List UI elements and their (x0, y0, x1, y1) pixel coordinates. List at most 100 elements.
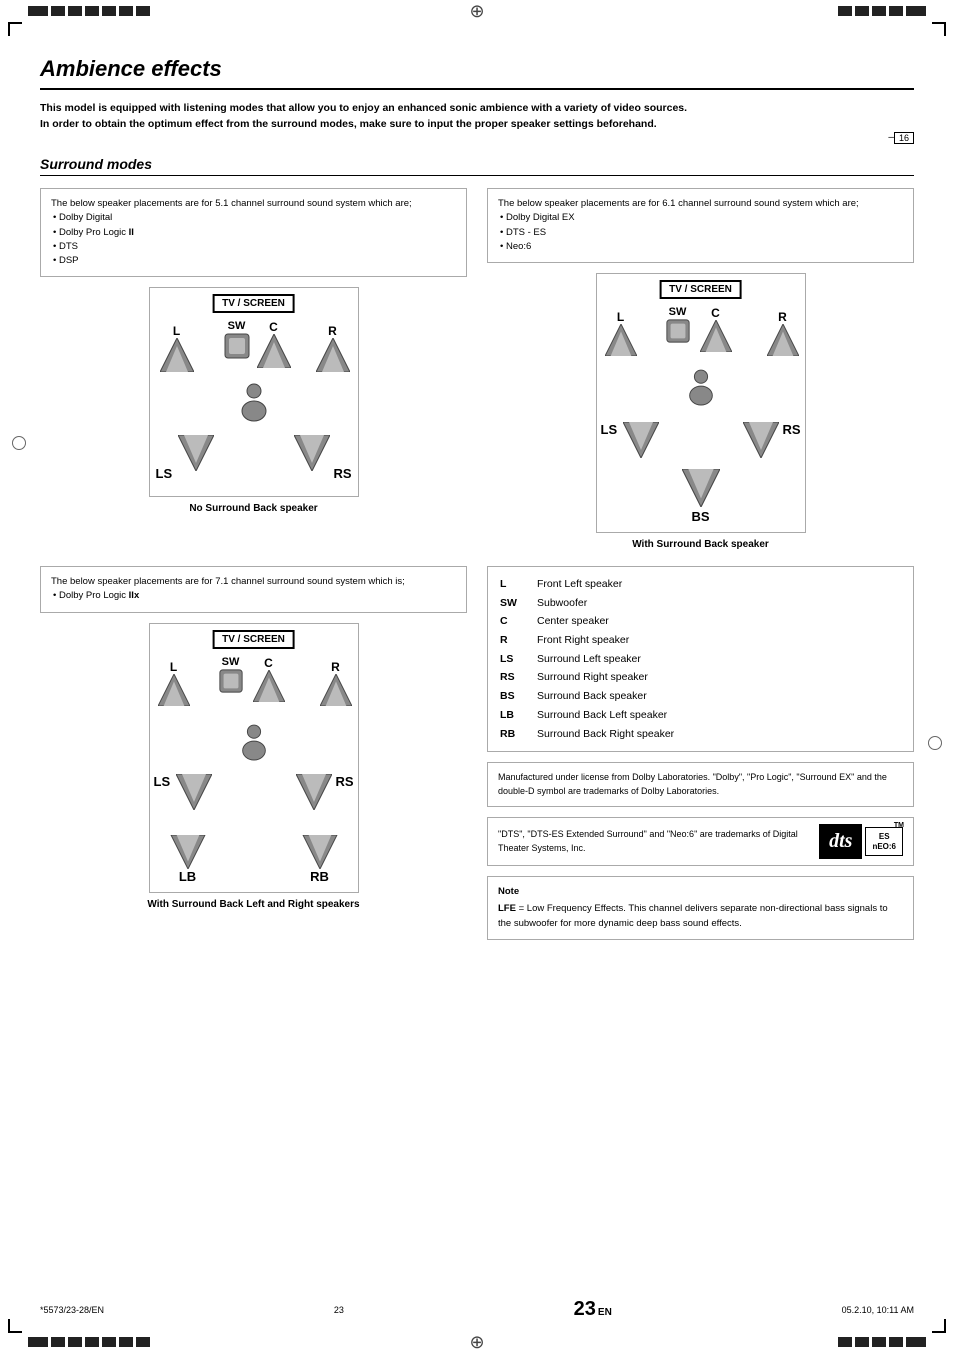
info-box-6-1: The below speaker placements are for 6.1… (487, 188, 914, 263)
dts-es-logo: TM ES nEO:6 (865, 827, 903, 856)
dts-logo: dts (819, 824, 862, 859)
label-LS-2: LS (601, 422, 618, 437)
legend-key-SW: SW (500, 596, 525, 611)
legend-key-LS: LS (500, 652, 525, 667)
legend-key-R: R (500, 633, 525, 648)
legend-row-LS: LS Surround Left speaker (500, 650, 901, 669)
speaker-C-2: C (700, 306, 732, 352)
speaker-LS-3 (176, 774, 212, 813)
dts-tm: TM (894, 822, 904, 830)
legend-val-RS: Surround Right speaker (537, 670, 648, 685)
page-suffix: EN (598, 1307, 612, 1318)
right-margin-circle (928, 736, 942, 750)
page-title: Ambience effects (40, 56, 914, 90)
lfe-note: LFE = Low Frequency Effects. This channe… (498, 902, 903, 931)
speaker-RB-diagram: RB (302, 835, 338, 884)
dts-logo-container: dts TM ES nEO:6 (819, 824, 903, 859)
speaker-L-2: L (605, 310, 637, 356)
lfe-label: LFE (498, 903, 516, 914)
legend-key-RS: RS (500, 670, 525, 685)
listener-icon-2 (684, 369, 718, 410)
note-section: Note LFE = Low Frequency Effects. This c… (487, 876, 914, 940)
legend-row-RS: RS Surround Right speaker (500, 668, 901, 687)
speaker-L-1: L (160, 324, 194, 372)
footer-left: *5573/23-28/EN (40, 1305, 104, 1315)
dts-neo-label: nEO:6 (872, 842, 896, 852)
legend-row-BS: BS Surround Back speaker (500, 687, 901, 706)
speaker-R-1: R (316, 324, 350, 372)
speaker-L-3: L (158, 660, 190, 706)
label-RS-1: RS (333, 466, 351, 481)
speaker-RS-2 (743, 422, 779, 461)
diagram-5-1: TV / SCREEN L SW (40, 287, 467, 514)
info-box-5-1: The below speaker placements are for 5.1… (40, 188, 467, 277)
corner-mark-bl (8, 1319, 22, 1333)
speaker-SW-2: SW (665, 306, 691, 344)
caption-lb-rb: With Surround Back Left and Right speake… (147, 899, 359, 910)
legend-key-L: L (500, 577, 525, 592)
dts-note-text: "DTS", "DTS-ES Extended Surround" and "N… (498, 828, 809, 855)
speaker-BS-diagram: BS (682, 469, 720, 524)
footer-center: 23 (334, 1305, 344, 1315)
speaker-R-2: R (767, 310, 799, 356)
legend-row-SW: SW Subwoofer (500, 594, 901, 613)
speaker-SW-3: SW (218, 656, 244, 694)
legend-val-SW: Subwoofer (537, 596, 587, 611)
left-margin-circle (12, 436, 26, 450)
legend-key-C: C (500, 614, 525, 629)
label-LS-3: LS (154, 774, 171, 789)
note-label: Note (498, 885, 903, 899)
intro-line1: This model is equipped with listening mo… (40, 102, 914, 114)
footer-right: 05.2.10, 10:11 AM (842, 1305, 914, 1315)
diagram-7-1: TV / SCREEN L SW (40, 623, 467, 910)
legend-row-RB: RB Surround Back Right speaker (500, 725, 901, 744)
dts-note-box: "DTS", "DTS-ES Extended Surround" and "N… (487, 817, 914, 866)
label-RS-3: RS (335, 774, 353, 789)
speaker-R-3: R (320, 660, 352, 706)
legend-row-L: L Front Left speaker (500, 575, 901, 594)
legend-key-BS: BS (500, 689, 525, 704)
speaker-LS-1 (178, 435, 214, 474)
corner-mark-tl (8, 22, 22, 36)
label-LS-1: LS (156, 466, 173, 481)
speaker-C-3: C (253, 656, 285, 702)
tv-screen-label-3: TV / SCREEN (212, 630, 295, 649)
corner-mark-br (932, 1319, 946, 1333)
caption-with-back: With Surround Back speaker (632, 539, 769, 550)
section-title: Surround modes (40, 156, 914, 176)
diagram-6-1: TV / SCREEN L SW (487, 273, 914, 550)
dolby-note: Manufactured under license from Dolby La… (487, 762, 914, 807)
legend-key-LB: LB (500, 708, 525, 723)
speaker-C-1: C (257, 320, 291, 368)
speaker-LB-diagram: LB (170, 835, 206, 884)
caption-no-back: No Surround Back speaker (189, 503, 317, 514)
page-number: 23 (574, 1298, 596, 1321)
legend-val-L: Front Left speaker (537, 577, 622, 592)
legend-val-C: Center speaker (537, 614, 609, 629)
legend-key-RB: RB (500, 727, 525, 742)
tv-screen-label-1: TV / SCREEN (212, 294, 295, 313)
bottom-registration-mark: ⊕ (469, 1332, 484, 1353)
intro-line2: In order to obtain the optimum effect fr… (40, 118, 914, 130)
legend-row-LB: LB Surround Back Left speaker (500, 706, 901, 725)
speaker-LS-2 (623, 422, 659, 461)
speaker-RS-1 (294, 435, 330, 474)
legend-val-R: Front Right speaker (537, 633, 629, 648)
corner-mark-tr (932, 22, 946, 36)
legend-table: L Front Left speaker SW Subwoofer C Cent… (487, 566, 914, 752)
legend-val-LB: Surround Back Left speaker (537, 708, 667, 723)
tv-screen-label-2: TV / SCREEN (659, 280, 742, 299)
legend-val-RB: Surround Back Right speaker (537, 727, 674, 742)
legend-val-BS: Surround Back speaker (537, 689, 647, 704)
legend-row-C: C Center speaker (500, 612, 901, 631)
legend-val-LS: Surround Left speaker (537, 652, 641, 667)
listener-icon-3 (237, 724, 271, 765)
speaker-SW-1: SW (223, 320, 251, 360)
speaker-RS-3 (296, 774, 332, 813)
page-ref-box: 16 (894, 132, 914, 144)
lfe-text: = Low Frequency Effects. This channel de… (498, 903, 888, 928)
info-box-7-1: The below speaker placements are for 7.1… (40, 566, 467, 613)
label-RS-2: RS (782, 422, 800, 437)
registration-mark: ⊕ (469, 1, 484, 22)
legend-row-R: R Front Right speaker (500, 631, 901, 650)
